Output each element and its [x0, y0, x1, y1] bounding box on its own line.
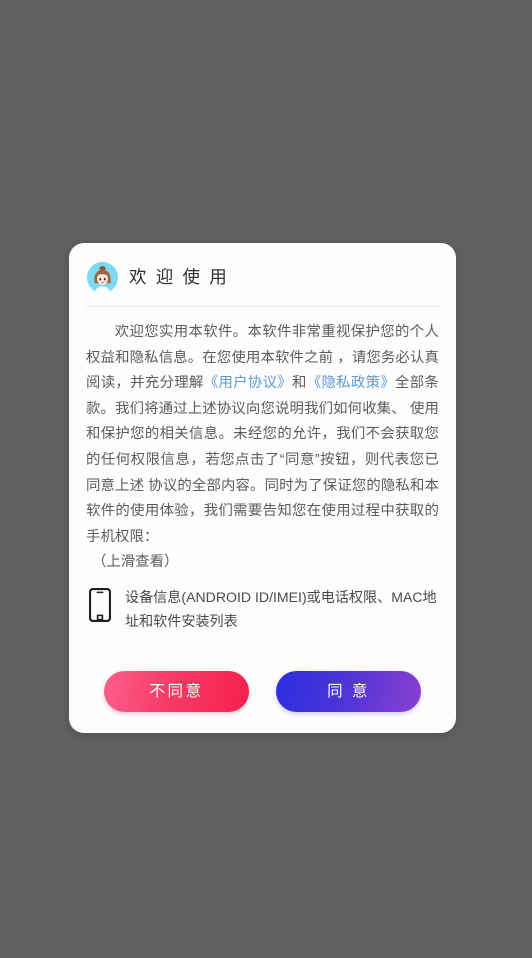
dialog-button-row: 不同意 同 意: [69, 650, 456, 733]
dialog-body-scroll[interactable]: 欢迎您实用本软件。本软件非常重视保护您的个人权益和隐私信息。在您使用本软件之前 …: [69, 307, 456, 642]
consent-paragraph: 欢迎您实用本软件。本软件非常重视保护您的个人权益和隐私信息。在您使用本软件之前 …: [86, 320, 439, 550]
user-agreement-link[interactable]: 《用户协议》: [204, 375, 292, 391]
consent-text-part2: 全部条款。我们将通过上述协议向您说明我们如何收集、 使用和保护您的相关信息。未经…: [86, 375, 439, 545]
dialog-header: 欢 迎 使 用: [69, 243, 456, 306]
consent-text-mid: 和: [292, 375, 307, 392]
screen-backdrop: 欢 迎 使 用 欢迎您实用本软件。本软件非常重视保护您的个人权益和隐私信息。在您…: [0, 0, 532, 958]
mobile-phone-icon: [89, 587, 111, 622]
agree-button[interactable]: 同 意: [276, 671, 421, 712]
disagree-button[interactable]: 不同意: [104, 671, 249, 712]
permission-description: 用于SDK功能的实现:统计分析服务，校准报表数据: [86, 638, 439, 643]
privacy-consent-dialog: 欢 迎 使 用 欢迎您实用本软件。本软件非常重视保护您的个人权益和隐私信息。在您…: [69, 243, 456, 733]
girl-avatar-icon: [87, 262, 118, 293]
privacy-policy-link[interactable]: 《隐私政策》: [307, 375, 395, 391]
permission-row: 设备信息(ANDROID ID/IMEI)或电话权限、MAC地址和软件安装列表: [86, 585, 439, 634]
scroll-hint: （上滑查看）: [92, 554, 179, 571]
permission-text: 设备信息(ANDROID ID/IMEI)或电话权限、MAC地址和软件安装列表: [125, 588, 437, 630]
dialog-title: 欢 迎 使 用: [129, 266, 229, 287]
